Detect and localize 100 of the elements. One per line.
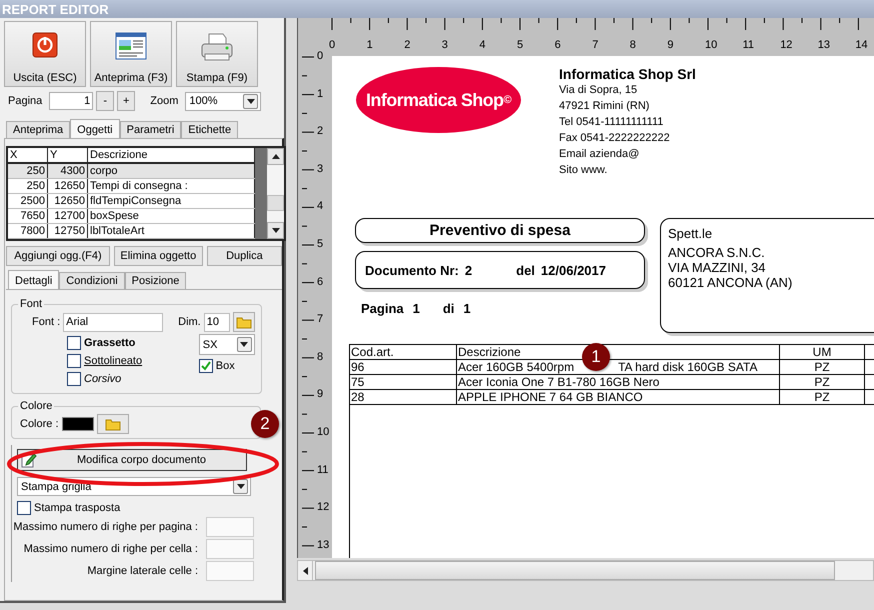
tab[interactable]: Condizioni bbox=[59, 272, 125, 289]
table-row[interactable]: 7800 12750 lblTotaleArt bbox=[8, 224, 255, 239]
table-cell: PZ bbox=[780, 390, 864, 404]
vertical-scrollbar[interactable] bbox=[267, 148, 284, 239]
checkbox[interactable] bbox=[67, 372, 81, 386]
ruler-number: 0 bbox=[317, 50, 324, 62]
toolbar-button[interactable]: Uscita (ESC) bbox=[4, 21, 86, 87]
checkbox-label: Corsivo bbox=[84, 372, 122, 384]
previous-page-button[interactable]: - bbox=[96, 91, 114, 111]
column-header: UM bbox=[780, 344, 864, 360]
cell-text: APPLE IPHONE 7 64 GB BIANCO bbox=[458, 390, 643, 404]
ruler-number: 6 bbox=[317, 276, 324, 288]
ruler-number: 4 bbox=[479, 39, 486, 51]
ruler-number: 14 bbox=[855, 39, 868, 51]
page-number: 1 bbox=[412, 301, 420, 316]
scroll-thumb[interactable] bbox=[267, 194, 284, 210]
ruler-number: 0 bbox=[329, 39, 336, 51]
toolbar-button[interactable]: Stampa (F9) bbox=[176, 21, 258, 87]
table-cell: PZ bbox=[780, 374, 864, 390]
ruler-number: 9 bbox=[317, 388, 324, 400]
scroll-thumb[interactable] bbox=[315, 561, 835, 580]
edit-body-button[interactable]: Modifica corpo documento bbox=[17, 449, 247, 471]
checkbox[interactable] bbox=[67, 354, 81, 368]
ruler-number: 7 bbox=[317, 313, 324, 326]
color-label: Colore : bbox=[20, 418, 59, 430]
up-arrow-icon bbox=[272, 154, 280, 159]
number-field[interactable] bbox=[206, 517, 254, 537]
checkbox[interactable] bbox=[198, 358, 213, 372]
recipient-label: Spett.le bbox=[668, 226, 714, 241]
zoom-dropdown[interactable]: 100% bbox=[185, 92, 262, 110]
ruler-number: 3 bbox=[442, 39, 448, 51]
alignment-dropdown[interactable]: SX bbox=[198, 334, 255, 355]
table-row[interactable]: 250 4300 corpo bbox=[8, 164, 255, 179]
group-title: Colore bbox=[19, 400, 54, 412]
tab[interactable]: Anteprima bbox=[6, 121, 70, 138]
ruler-number: 10 bbox=[705, 39, 718, 51]
ruler-number: 9 bbox=[667, 39, 674, 51]
ruler-number: 10 bbox=[317, 426, 330, 438]
zoom-label: Zoom bbox=[149, 95, 180, 107]
tab[interactable]: Posizione bbox=[124, 272, 186, 289]
preview-window-icon bbox=[115, 32, 147, 60]
ruler-number: 11 bbox=[742, 39, 754, 51]
ruler-number: 6 bbox=[554, 39, 561, 51]
number-field[interactable] bbox=[206, 561, 254, 581]
table-row[interactable]: 2500 12650 fldTempiConsegna bbox=[8, 194, 255, 209]
checkbox-label: Grassetto bbox=[84, 336, 136, 348]
page-count: 1 bbox=[463, 301, 471, 316]
page-label: Pagina bbox=[7, 95, 44, 107]
company-detail: 47921 Rimini (RN) bbox=[559, 100, 650, 114]
field-label: Massimo numero di righe per pagina : bbox=[13, 521, 198, 533]
action-button[interactable]: Aggiungi ogg.(F4) bbox=[6, 246, 110, 266]
tab[interactable]: Dettagli bbox=[8, 270, 60, 290]
table-row[interactable]: 250 12650 Tempi di consegna : bbox=[8, 179, 255, 194]
horizontal-scrollbar[interactable] bbox=[297, 560, 874, 581]
toolbar-button[interactable]: Anteprima (F3) bbox=[90, 21, 172, 87]
table-cell: 2500 bbox=[8, 194, 48, 208]
tab[interactable]: Oggetti bbox=[70, 119, 120, 139]
checkbox[interactable] bbox=[67, 336, 81, 350]
font-field[interactable]: Arial bbox=[63, 312, 164, 332]
table-cell: 7800 bbox=[8, 224, 48, 238]
action-button[interactable]: Elimina oggetto bbox=[114, 246, 203, 266]
page-field[interactable]: 1 bbox=[49, 92, 94, 110]
number-field[interactable] bbox=[206, 539, 254, 559]
table-cell: 12650 bbox=[48, 179, 88, 193]
table-row[interactable]: 7650 12700 boxSpese bbox=[8, 209, 255, 224]
callout-badge: 1 bbox=[582, 343, 610, 371]
action-button[interactable]: Duplica bbox=[206, 246, 282, 266]
ruler-number: 12 bbox=[780, 39, 792, 51]
table-cell: 96 bbox=[350, 360, 456, 374]
table-cell: 250 bbox=[8, 179, 48, 193]
size-label: Dim. bbox=[178, 316, 201, 328]
table-cell: 7650 bbox=[8, 209, 48, 223]
document-number-label: Documento Nr: bbox=[365, 262, 459, 278]
down-arrow-icon bbox=[272, 228, 280, 233]
tab[interactable]: Parametri bbox=[120, 121, 182, 138]
column-header: X bbox=[8, 148, 48, 162]
left-arrow-icon bbox=[302, 566, 308, 574]
dropdown-arrow-icon bbox=[246, 98, 255, 104]
checkbox[interactable] bbox=[17, 500, 31, 514]
of-label: di bbox=[442, 301, 454, 316]
color-swatch[interactable] bbox=[62, 417, 94, 431]
ruler-number: 1 bbox=[366, 39, 373, 51]
company-detail: Tel 0541-11111111111 bbox=[559, 116, 664, 130]
field-label: Margine laterale celle : bbox=[87, 565, 198, 577]
ruler-number: 3 bbox=[317, 162, 324, 175]
folder-button[interactable] bbox=[96, 414, 129, 434]
table-cell: 75 bbox=[350, 374, 456, 390]
column-header: Cod.art. bbox=[350, 344, 456, 360]
folder-button[interactable] bbox=[232, 312, 255, 332]
table-cell: 28 bbox=[350, 390, 456, 404]
tab[interactable]: Etichette bbox=[181, 121, 238, 138]
column-header: Y bbox=[48, 148, 88, 162]
exit-icon bbox=[32, 32, 58, 58]
checkbox-label: Box bbox=[216, 360, 235, 372]
checkbox-label: Stampa trasposta bbox=[34, 502, 120, 514]
size-field[interactable]: 10 bbox=[204, 312, 230, 332]
dropdown-arrow-icon bbox=[236, 484, 244, 489]
ruler-number: 5 bbox=[517, 39, 524, 51]
notepad-icon bbox=[21, 452, 37, 468]
next-page-button[interactable]: + bbox=[117, 91, 136, 111]
